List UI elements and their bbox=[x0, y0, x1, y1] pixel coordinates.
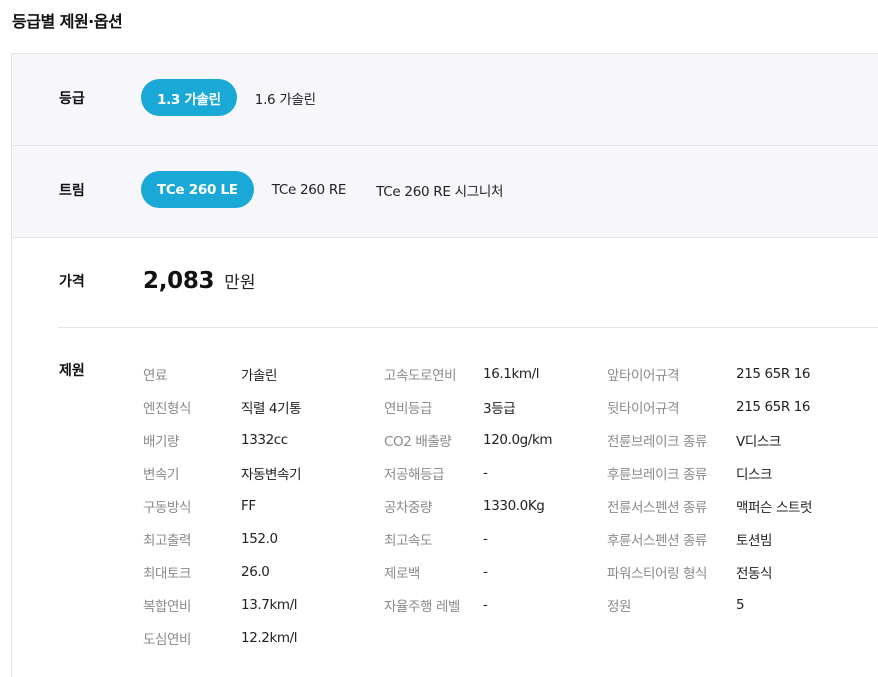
spec-item: 제로백 - bbox=[384, 555, 552, 588]
spec-item: 엔진형식 직렬 4기통 bbox=[143, 390, 302, 423]
spec-key: 전륜브레이크 종류 bbox=[607, 433, 708, 450]
spec-item: CO2 배출량 120.0g/km bbox=[384, 423, 553, 456]
price-unit: 만원 bbox=[224, 273, 256, 293]
spec-value: 13.7km/l bbox=[241, 596, 298, 613]
trim-option-tce-260-re[interactable]: TCe 260 RE bbox=[260, 171, 358, 208]
spec-item: 뒷타이어규격 215 65R 16 bbox=[607, 390, 812, 423]
spec-value: 215 65R 16 bbox=[736, 365, 811, 382]
spec-key: 전륜서스펜션 종류 bbox=[607, 499, 708, 516]
spec-item: 구동방식 FF bbox=[143, 489, 301, 522]
spec-key: 최고출력 bbox=[143, 532, 192, 549]
spec-value: 3등급 bbox=[483, 400, 516, 417]
spec-item: 공차중량 1330.0Kg bbox=[384, 489, 552, 522]
trim-label: 트림 bbox=[59, 183, 85, 199]
spec-value: 토션빔 bbox=[736, 532, 773, 549]
spec-value: 자동변속기 bbox=[241, 466, 302, 483]
spec-value: 1330.0Kg bbox=[483, 497, 545, 514]
spec-item: 최고속도 - bbox=[384, 522, 552, 555]
spec-key: 변속기 bbox=[143, 466, 180, 483]
spec-item: 최고출력 152.0 bbox=[143, 522, 301, 555]
spec-item: 배기량 1332cc bbox=[143, 423, 301, 456]
spec-value: 16.1km/l bbox=[483, 365, 540, 382]
spec-key: CO2 배출량 bbox=[384, 433, 452, 450]
spec-key: 구동방식 bbox=[143, 499, 192, 516]
spec-key: 고속도로연비 bbox=[384, 367, 457, 384]
spec-item: 연비등급 3등급 bbox=[384, 390, 552, 423]
price-value: 2,083 bbox=[143, 268, 215, 294]
price: 2,083 만원 bbox=[143, 268, 256, 294]
spec-key: 최고속도 bbox=[384, 532, 433, 549]
spec-value: 가솔린 bbox=[241, 367, 278, 384]
spec-key: 정원 bbox=[607, 598, 632, 615]
spec-key: 뒷타이어규격 bbox=[607, 400, 680, 417]
spec-item: 후륜브레이크 종류 디스크 bbox=[607, 456, 812, 489]
spec-key: 후륜서스펜션 종류 bbox=[607, 532, 708, 549]
trim-options: TCe 260 LE TCe 260 RE TCe 260 RE 시그니처 bbox=[141, 171, 515, 208]
spec-key: 앞타이어규격 bbox=[607, 367, 680, 384]
spec-value: 1332cc bbox=[241, 431, 288, 448]
spec-value: 디스크 bbox=[736, 466, 773, 483]
specs-label: 제원 bbox=[59, 363, 85, 379]
grade-options: 1.3 가솔린 1.6 가솔린 bbox=[141, 79, 328, 116]
trim-option-tce-260-re-signature[interactable]: TCe 260 RE 시그니처 bbox=[364, 171, 515, 208]
spec-panel: 등급 1.3 가솔린 1.6 가솔린 트림 TCe 260 LE TCe 260… bbox=[11, 53, 878, 677]
spec-item: 복합연비 13.7km/l bbox=[143, 588, 301, 621]
grade-label: 등급 bbox=[59, 91, 85, 107]
spec-key: 파워스티어링 형식 bbox=[607, 565, 708, 582]
spec-value: - bbox=[483, 563, 488, 580]
spec-key: 엔진형식 bbox=[143, 400, 192, 417]
divider bbox=[58, 327, 878, 328]
spec-item: 정원 5 bbox=[607, 588, 812, 621]
spec-key: 후륜브레이크 종류 bbox=[607, 466, 708, 483]
price-label: 가격 bbox=[59, 274, 85, 290]
spec-item: 연료 가솔린 bbox=[143, 357, 301, 390]
spec-key: 복합연비 bbox=[143, 598, 192, 615]
spec-key: 저공해등급 bbox=[384, 466, 445, 483]
spec-value: - bbox=[483, 464, 488, 481]
grade-option-1-3-gasoline[interactable]: 1.3 가솔린 bbox=[141, 79, 237, 116]
spec-item: 최대토크 26.0 bbox=[143, 555, 301, 588]
spec-value: 맥퍼슨 스트럿 bbox=[736, 499, 813, 516]
trim-option-tce-260-le[interactable]: TCe 260 LE bbox=[141, 171, 254, 208]
spec-item: 파워스티어링 형식 전동식 bbox=[607, 555, 812, 588]
spec-value: - bbox=[483, 530, 488, 547]
spec-key: 자율주행 레벨 bbox=[384, 598, 461, 615]
spec-key: 연비등급 bbox=[384, 400, 433, 417]
spec-item: 변속기 자동변속기 bbox=[143, 456, 302, 489]
spec-column-1: 연료 가솔린 엔진형식 직렬 4기통 배기량 1332cc 변속기 자동변속기 구동방식… bbox=[143, 357, 302, 654]
spec-value: 전동식 bbox=[736, 565, 773, 582]
spec-key: 제로백 bbox=[384, 565, 421, 582]
spec-item: 자율주행 레벨 - bbox=[384, 588, 552, 621]
spec-value: 5 bbox=[736, 596, 745, 613]
spec-item: 도심연비 12.2km/l bbox=[143, 621, 301, 654]
spec-value: 26.0 bbox=[241, 563, 270, 580]
page-title: 등급별 제원·옵션 bbox=[12, 12, 123, 31]
trim-row: 트림 TCe 260 LE TCe 260 RE TCe 260 RE 시그니처 bbox=[12, 146, 878, 238]
spec-value: - bbox=[483, 596, 488, 613]
spec-value: FF bbox=[241, 497, 256, 514]
spec-column-2: 고속도로연비 16.1km/l 연비등급 3등급 CO2 배출량 120.0g/km … bbox=[384, 357, 553, 621]
spec-key: 공차중량 bbox=[384, 499, 433, 516]
spec-item: 앞타이어규격 215 65R 16 bbox=[607, 357, 812, 390]
spec-value: 152.0 bbox=[241, 530, 278, 547]
spec-key: 연료 bbox=[143, 367, 168, 384]
spec-key: 배기량 bbox=[143, 433, 180, 450]
spec-key: 최대토크 bbox=[143, 565, 192, 582]
spec-item: 저공해등급 - bbox=[384, 456, 552, 489]
spec-item: 전륜서스펜션 종류 맥퍼슨 스트럿 bbox=[607, 489, 812, 522]
grade-option-1-6-gasoline[interactable]: 1.6 가솔린 bbox=[243, 79, 328, 116]
spec-key: 도심연비 bbox=[143, 631, 192, 648]
spec-value: 120.0g/km bbox=[483, 431, 553, 448]
spec-value: V디스크 bbox=[736, 433, 781, 450]
spec-item: 전륜브레이크 종류 V디스크 bbox=[607, 423, 812, 456]
grade-row: 등급 1.3 가솔린 1.6 가솔린 bbox=[12, 54, 878, 146]
spec-value: 12.2km/l bbox=[241, 629, 298, 646]
spec-item: 후륜서스펜션 종류 토션빔 bbox=[607, 522, 812, 555]
spec-value: 215 65R 16 bbox=[736, 398, 811, 415]
spec-value: 직렬 4기통 bbox=[241, 400, 302, 417]
spec-item: 고속도로연비 16.1km/l bbox=[384, 357, 552, 390]
spec-column-3: 앞타이어규격 215 65R 16 뒷타이어규격 215 65R 16 전륜브레이크… bbox=[607, 357, 812, 621]
